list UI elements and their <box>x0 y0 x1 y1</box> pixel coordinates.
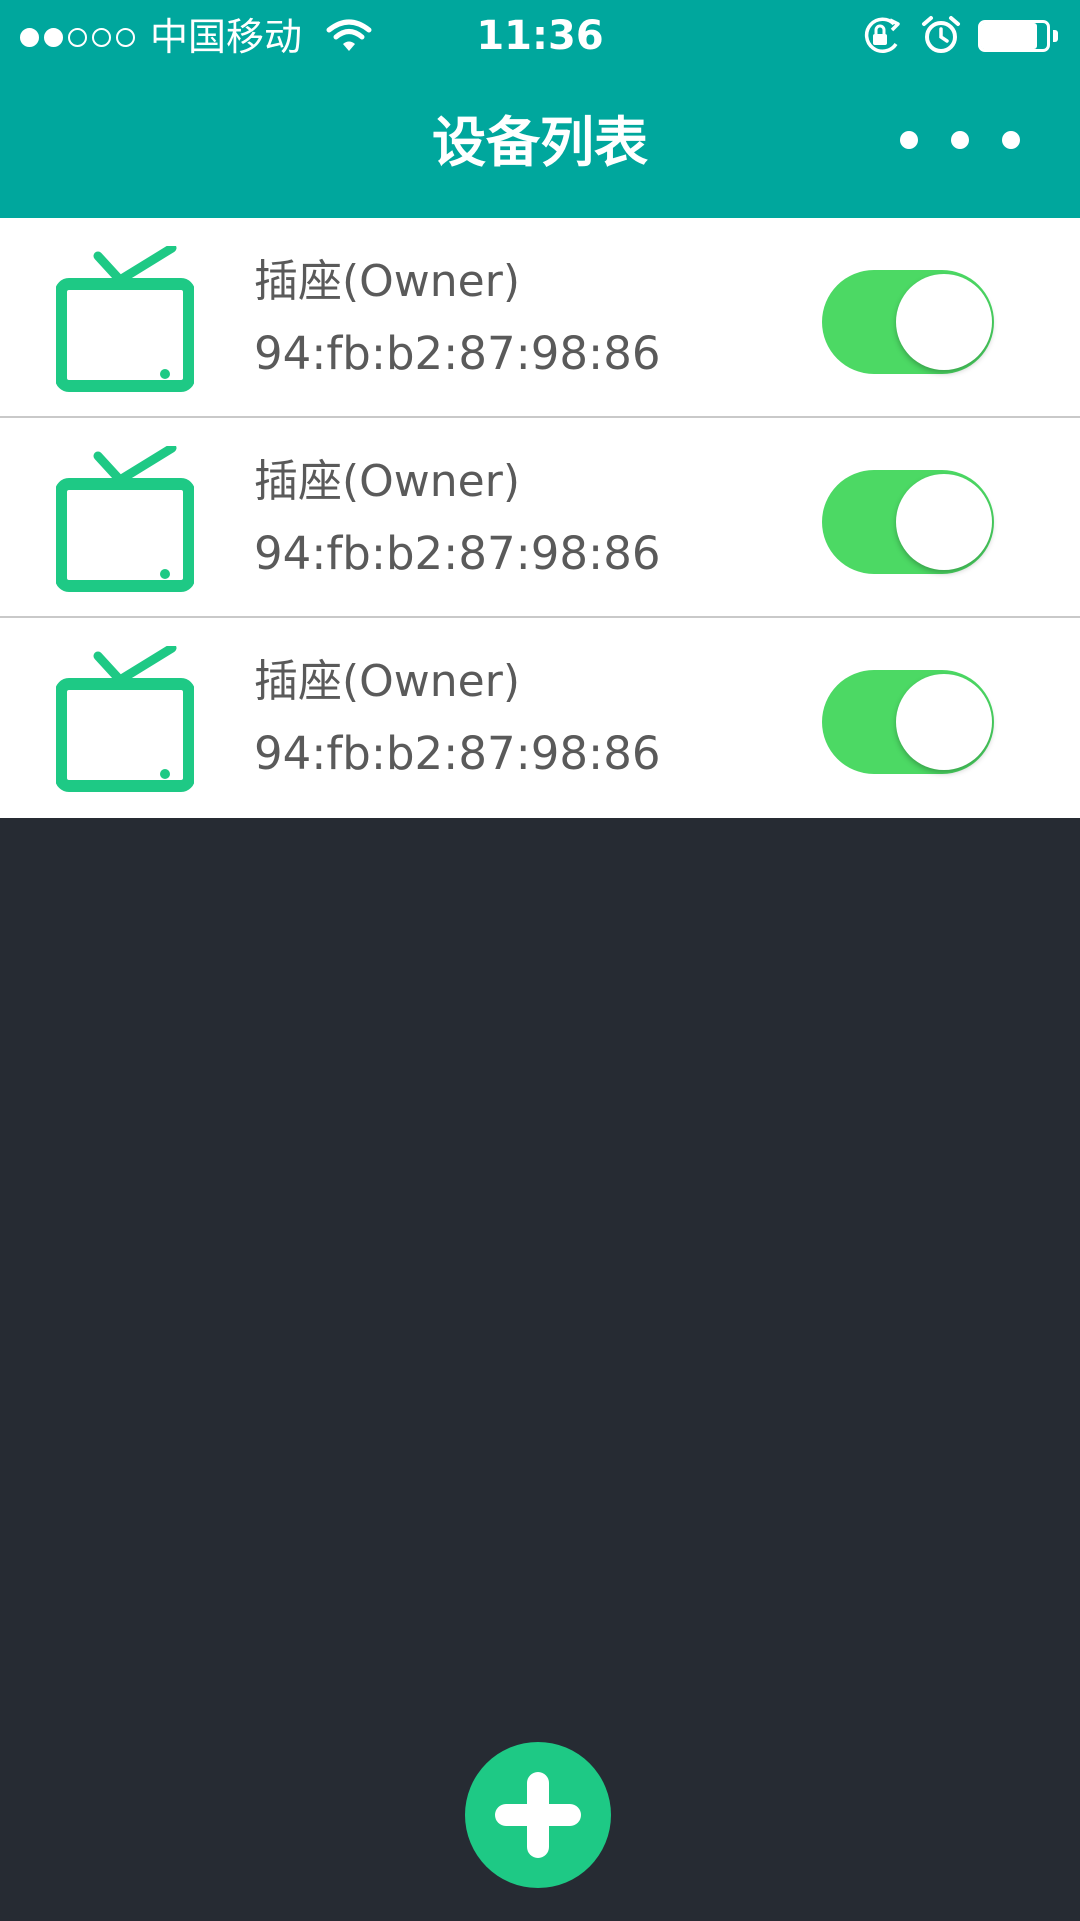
tv-icon <box>56 246 194 392</box>
battery-level <box>981 23 1037 49</box>
device-name: 插座(Owner) <box>254 656 520 707</box>
add-device-button[interactable] <box>465 1742 611 1888</box>
battery-icon <box>978 20 1060 52</box>
alarm-icon <box>922 16 960 53</box>
more-dot <box>951 131 969 149</box>
device-row[interactable]: 插座(Owner) 94:fb:b2:87:98:86 <box>0 218 1080 418</box>
plus-icon <box>527 1772 549 1858</box>
battery-tip <box>1053 30 1058 42</box>
device-row[interactable]: 插座(Owner) 94:fb:b2:87:98:86 <box>0 618 1080 818</box>
power-toggle[interactable] <box>822 670 994 774</box>
device-name: 插座(Owner) <box>254 256 520 307</box>
header: 中国移动 11:36 设备列表 <box>0 0 1080 218</box>
power-toggle[interactable] <box>822 470 994 574</box>
rotation-lock-icon <box>864 17 900 53</box>
status-time: 11:36 <box>476 13 604 59</box>
device-mac-address: 94:fb:b2:87:98:86 <box>254 727 661 780</box>
device-row[interactable]: 插座(Owner) 94:fb:b2:87:98:86 <box>0 418 1080 618</box>
toggle-knob <box>896 474 992 570</box>
tv-icon <box>56 446 194 592</box>
toggle-knob <box>896 674 992 770</box>
device-name: 插座(Owner) <box>254 456 520 507</box>
status-bar: 中国移动 11:36 <box>0 0 1080 72</box>
device-mac-address: 94:fb:b2:87:98:86 <box>254 327 661 380</box>
tv-icon <box>56 646 194 792</box>
more-dots-icon[interactable] <box>900 120 1020 160</box>
device-mac-address: 94:fb:b2:87:98:86 <box>254 527 661 580</box>
power-toggle[interactable] <box>822 270 994 374</box>
more-dot <box>900 131 918 149</box>
more-dot <box>1002 131 1020 149</box>
device-list: 插座(Owner) 94:fb:b2:87:98:86 插座(Owner) 94… <box>0 218 1080 818</box>
toggle-knob <box>896 274 992 370</box>
